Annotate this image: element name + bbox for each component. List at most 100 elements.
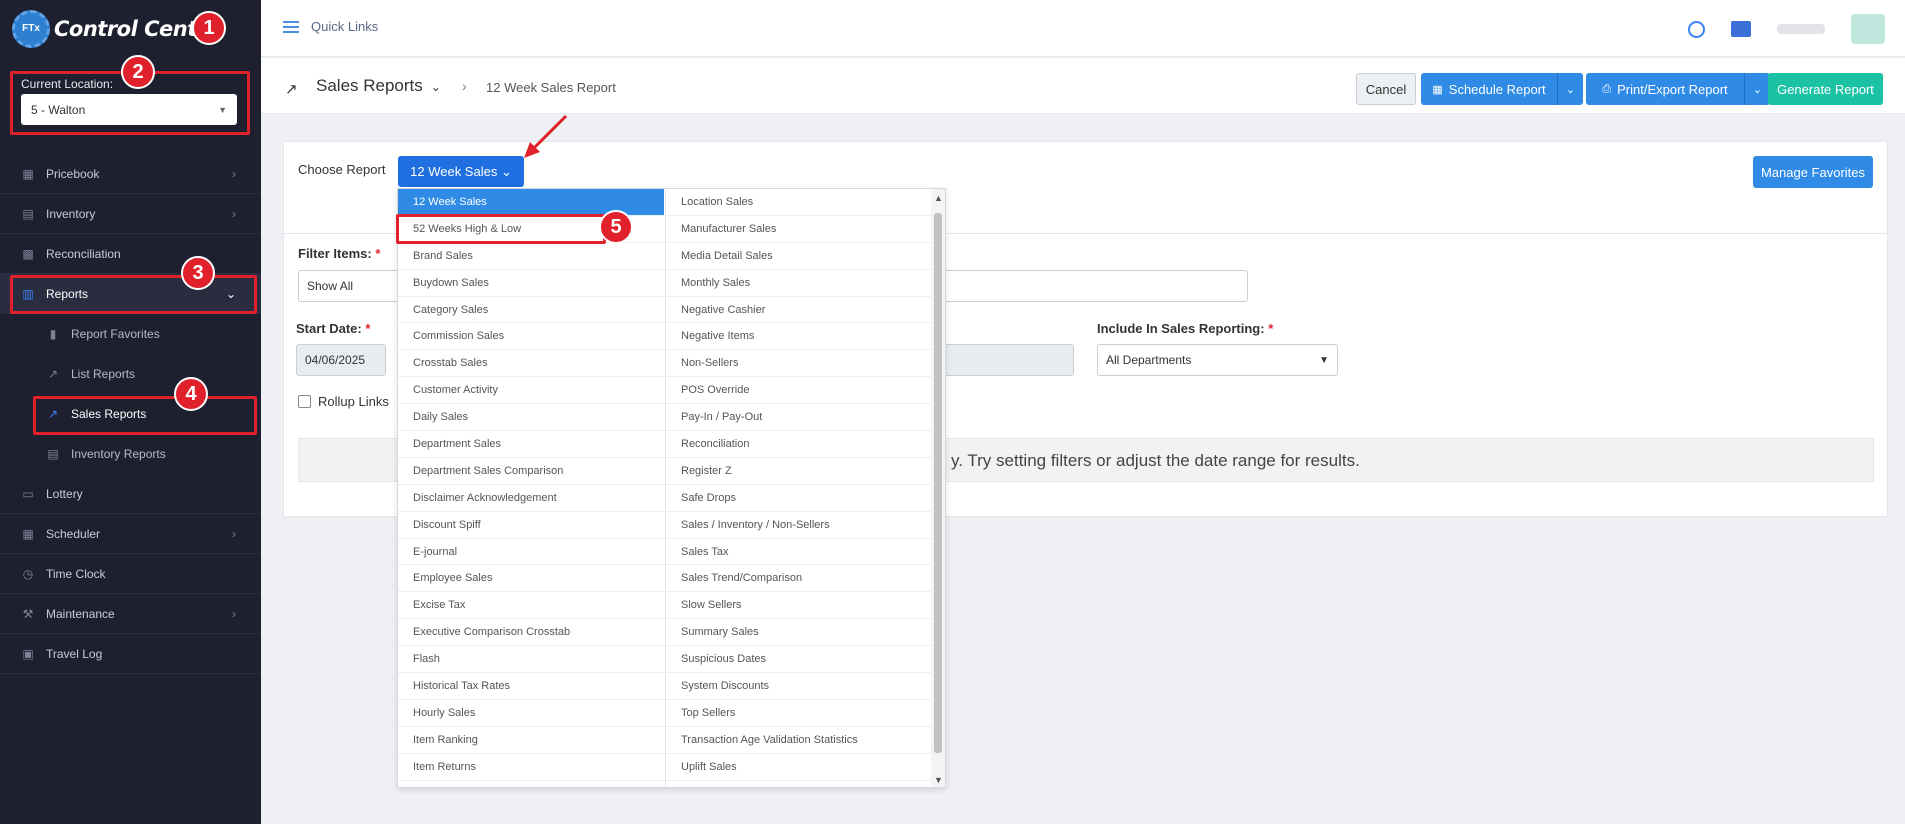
page-title-dropdown[interactable]: Sales Reports ⌄ [316, 76, 441, 96]
chevron-down-icon[interactable]: ⌄ [1744, 73, 1770, 105]
report-option[interactable]: Negative Items [666, 323, 931, 351]
report-option[interactable]: Monthly Sales [666, 270, 931, 297]
chevron-down-icon[interactable]: ⌄ [1557, 73, 1583, 105]
report-option[interactable]: E-journal [398, 539, 664, 566]
sidebar-subitem-list-reports[interactable]: ↗ List Reports [0, 354, 261, 394]
report-option[interactable]: Safe Drops [666, 485, 931, 512]
chevron-down-icon: ⌄ [500, 163, 512, 179]
report-option[interactable]: Item Sales [398, 781, 664, 787]
report-option[interactable]: Hourly Sales [398, 700, 664, 727]
report-option[interactable]: Item Returns [398, 754, 664, 781]
report-option[interactable]: Manufacturer Sales [666, 216, 931, 243]
sidebar-item-label: Travel Log [46, 646, 103, 661]
include-sales-label: Include In Sales Reporting: * [1097, 321, 1273, 336]
start-date-label-text: Start Date: [296, 321, 362, 336]
warehouse-icon: ▤ [47, 447, 59, 461]
print-label: Print/Export Report [1617, 81, 1728, 97]
report-option[interactable]: Executive Comparison Crosstab [398, 619, 664, 647]
report-option[interactable]: Weekly Sales [666, 781, 931, 787]
report-option[interactable]: Suspicious Dates [666, 646, 931, 674]
sidebar-item-pricebook[interactable]: ▦ Pricebook › [0, 154, 261, 194]
report-option[interactable]: Daily Sales [398, 404, 664, 432]
report-option[interactable]: Sales Trend/Comparison [666, 565, 931, 593]
report-option[interactable]: Sales / Inventory / Non-Sellers [666, 512, 931, 539]
bus-icon: ▣ [22, 646, 34, 661]
report-option[interactable]: Reconciliation [666, 431, 931, 458]
required-mark: * [365, 321, 371, 336]
chat-icon[interactable] [1731, 21, 1751, 37]
start-date-label: Start Date: * [296, 321, 370, 336]
sidebar-item-reconciliation[interactable]: ▩ Reconciliation [0, 234, 261, 274]
report-option[interactable]: Buydown Sales [398, 270, 664, 297]
clock-icon: ◷ [22, 566, 34, 581]
start-date-input[interactable]: 04/06/2025 [296, 344, 386, 376]
sidebar-item-scheduler[interactable]: ▦ Scheduler › [0, 514, 261, 554]
search-icon[interactable] [1688, 20, 1705, 38]
choose-report-dropdown[interactable]: 12 Week Sales ⌄ [398, 156, 524, 187]
pointer-arrow-icon [524, 114, 568, 158]
sidebar-item-time-clock[interactable]: ◷ Time Clock [0, 554, 261, 594]
manage-favorites-button[interactable]: Manage Favorites [1753, 156, 1873, 188]
report-option[interactable]: Flash [398, 646, 664, 674]
sidebar-item-inventory[interactable]: ▤ Inventory › [0, 194, 261, 234]
cancel-button[interactable]: Cancel [1356, 73, 1416, 105]
avatar[interactable] [1851, 14, 1885, 44]
sidebar-subitem-label: Inventory Reports [71, 447, 166, 461]
include-sales-select[interactable]: All Departments ▼ [1097, 344, 1338, 376]
report-option[interactable]: Category Sales [398, 297, 664, 324]
report-option[interactable]: Uplift Sales [666, 754, 931, 781]
report-option[interactable]: Employee Sales [398, 565, 664, 593]
rollup-links-checkbox[interactable] [298, 395, 311, 408]
choose-report-value: 12 Week Sales [410, 164, 498, 179]
filter-items-label: Filter Items: * [298, 246, 380, 261]
report-option[interactable]: System Discounts [666, 673, 931, 700]
required-mark: * [375, 246, 381, 261]
report-option[interactable]: Brand Sales [398, 243, 664, 270]
report-option[interactable]: Pay-In / Pay-Out [666, 404, 931, 432]
sidebar-item-travel-log[interactable]: ▣ Travel Log [0, 634, 261, 674]
report-option[interactable]: Register Z [666, 458, 931, 485]
sidebar-item-label: Time Clock [46, 566, 106, 581]
report-option[interactable]: Disclaimer Acknowledgement [398, 485, 664, 512]
report-option[interactable]: Excise Tax [398, 592, 664, 620]
callout-box-reports [10, 275, 257, 314]
scroll-up-icon[interactable]: ▲ [934, 193, 943, 203]
report-option[interactable]: Historical Tax Rates [398, 673, 664, 700]
report-option[interactable]: Summary Sales [666, 619, 931, 647]
quick-links[interactable]: Quick Links [283, 19, 378, 34]
schedule-report-button[interactable]: ▦ Schedule Report ⌄ [1421, 73, 1583, 105]
generate-report-button[interactable]: Generate Report [1768, 73, 1883, 105]
sidebar-subitem-label: Report Favorites [71, 327, 160, 341]
report-option[interactable]: Commission Sales [398, 323, 664, 351]
report-option[interactable]: Top Sellers [666, 700, 931, 727]
report-option[interactable]: Transaction Age Validation Statistics [666, 727, 931, 754]
sidebar-subitem-report-favorites[interactable]: ▮ Report Favorites [0, 314, 261, 354]
report-option[interactable]: Item Ranking [398, 727, 664, 754]
end-date-input[interactable] [944, 344, 1074, 376]
report-option[interactable]: Negative Cashier [666, 297, 931, 324]
line-chart-icon: ↗ [47, 367, 59, 381]
print-export-button[interactable]: ⎙ Print/Export Report ⌄ [1586, 73, 1770, 105]
report-option[interactable]: Non-Sellers [666, 350, 931, 378]
report-option[interactable]: Department Sales Comparison [398, 458, 664, 485]
sidebar-subitem-label: List Reports [71, 367, 136, 381]
report-option[interactable]: POS Override [666, 377, 931, 405]
dropdown-scrollbar[interactable]: ▲ ▼ [931, 189, 945, 787]
user-name-redacted[interactable] [1777, 24, 1825, 34]
sidebar-item-maintenance[interactable]: ⚒ Maintenance › [0, 594, 261, 634]
scroll-thumb[interactable] [934, 213, 942, 753]
report-option[interactable]: Slow Sellers [666, 592, 931, 620]
report-option[interactable]: Department Sales [398, 431, 664, 458]
sidebar-item-lottery[interactable]: ▭ Lottery [0, 474, 261, 514]
warehouse-icon: ▤ [22, 206, 34, 221]
include-sales-label-text: Include In Sales Reporting: [1097, 321, 1265, 336]
report-option[interactable]: Location Sales [666, 189, 931, 216]
sidebar-subitem-inventory-reports[interactable]: ▤ Inventory Reports [0, 434, 261, 474]
report-option[interactable]: Sales Tax [666, 539, 931, 566]
scroll-down-icon[interactable]: ▼ [934, 775, 943, 785]
report-option[interactable]: Customer Activity [398, 377, 664, 405]
report-option[interactable]: Media Detail Sales [666, 243, 931, 270]
menu-icon [283, 20, 299, 33]
report-option[interactable]: Discount Spiff [398, 512, 664, 539]
report-option[interactable]: Crosstab Sales [398, 350, 664, 378]
